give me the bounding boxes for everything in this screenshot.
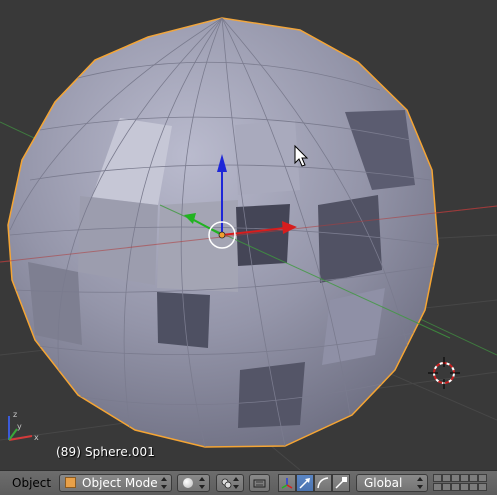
translate-manipulator[interactable]	[296, 474, 314, 492]
updown-arrows-icon	[199, 477, 205, 489]
layers-grid-icon[interactable]	[433, 474, 489, 492]
updown-arrows-icon	[233, 477, 239, 489]
rotate-icon	[317, 477, 329, 489]
updown-arrows-icon	[161, 477, 167, 489]
updown-arrows-icon	[417, 477, 423, 489]
pivot-point-icon	[221, 478, 232, 489]
viewport-header: Object Object Mode Global	[0, 470, 497, 495]
mode-select[interactable]: Object Mode	[59, 474, 172, 492]
sphere-shading-icon	[183, 478, 193, 488]
viewport-shading-select[interactable]	[177, 474, 210, 492]
svg-text:y: y	[17, 422, 22, 431]
scale-icon	[335, 477, 347, 489]
transform-orientation-select[interactable]: Global	[356, 474, 428, 492]
snap-magnet-icon	[253, 479, 266, 488]
rotate-manipulator[interactable]	[314, 474, 332, 492]
svg-text:x: x	[34, 433, 39, 442]
svg-text:z: z	[13, 410, 17, 419]
mode-select-value: Object Mode	[82, 476, 158, 490]
object-info-label: (89) Sphere.001	[56, 445, 155, 459]
snap-toggle[interactable]	[249, 474, 270, 492]
axis-orientation-icon: z x y	[8, 410, 39, 442]
object-menu[interactable]: Object	[12, 476, 51, 490]
cube-mode-icon	[65, 477, 76, 488]
translate-icon	[299, 478, 310, 489]
manipulator-toggle[interactable]	[278, 474, 296, 492]
scale-manipulator[interactable]	[332, 474, 350, 492]
manipulator-toggle-icon	[281, 478, 293, 489]
pivot-point-select[interactable]	[216, 474, 244, 492]
viewport-canvas[interactable]: z x y	[0, 0, 497, 470]
orientation-select-value: Global	[364, 476, 403, 490]
3d-viewport[interactable]: z x y (89) Sphere.001	[0, 0, 497, 470]
3d-cursor-icon	[428, 357, 460, 389]
